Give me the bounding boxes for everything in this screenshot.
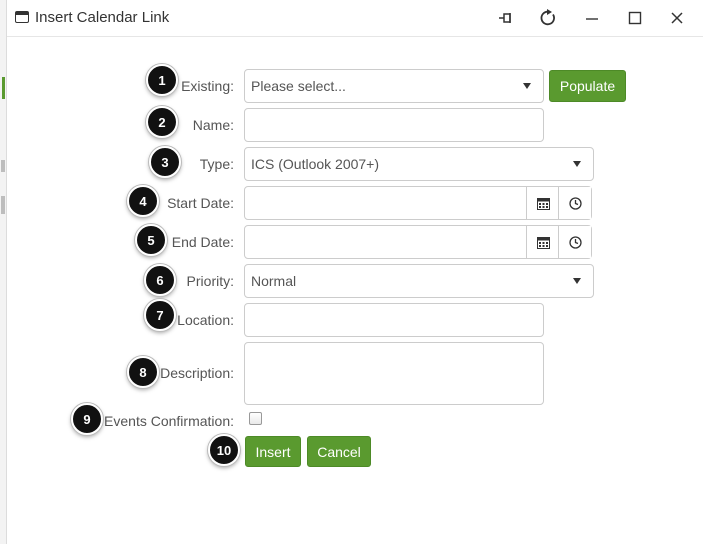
step-badge: 9 bbox=[71, 403, 103, 435]
calendar-icon[interactable] bbox=[526, 187, 559, 219]
window-icon bbox=[15, 11, 29, 23]
type-select[interactable]: ICS (Outlook 2007+) bbox=[244, 147, 594, 181]
start-date-label: Start Date: bbox=[167, 195, 234, 211]
step-badge: 1 bbox=[146, 64, 178, 96]
step-badge: 3 bbox=[149, 146, 181, 178]
maximize-icon[interactable] bbox=[620, 4, 650, 32]
dialog-title: Insert Calendar Link bbox=[35, 9, 170, 26]
end-date-input[interactable] bbox=[244, 225, 592, 259]
chevron-down-icon bbox=[573, 278, 581, 284]
priority-select[interactable]: Normal bbox=[244, 264, 594, 298]
background-window-edge bbox=[0, 0, 7, 544]
minimize-icon[interactable] bbox=[577, 4, 607, 32]
close-icon[interactable] bbox=[662, 4, 692, 32]
existing-select[interactable]: Please select... bbox=[244, 69, 544, 103]
description-label: Description: bbox=[160, 365, 234, 381]
step-badge: 2 bbox=[146, 106, 178, 138]
location-label: Location: bbox=[177, 312, 234, 328]
location-input[interactable] bbox=[244, 303, 544, 337]
events-confirmation-label: Events Confirmation: bbox=[104, 413, 234, 429]
priority-label: Priority: bbox=[186, 273, 234, 289]
insert-button[interactable]: Insert bbox=[245, 436, 301, 467]
existing-label: Existing: bbox=[181, 78, 234, 94]
step-badge: 6 bbox=[144, 264, 176, 296]
title-bar: Insert Calendar Link bbox=[7, 0, 703, 37]
name-label: Name: bbox=[192, 117, 234, 133]
background-gray-mark bbox=[1, 160, 5, 172]
background-gray-mark bbox=[1, 196, 5, 214]
step-badge: 10 bbox=[208, 434, 240, 466]
step-badge: 5 bbox=[135, 224, 167, 256]
refresh-icon[interactable] bbox=[533, 4, 563, 32]
calendar-icon[interactable] bbox=[526, 226, 559, 258]
clock-icon[interactable] bbox=[558, 226, 591, 258]
step-badge: 4 bbox=[127, 185, 159, 217]
chevron-down-icon bbox=[523, 83, 531, 89]
populate-button[interactable]: Populate bbox=[549, 70, 626, 102]
step-badge: 8 bbox=[127, 356, 159, 388]
end-date-label: End Date: bbox=[171, 234, 234, 250]
cancel-button[interactable]: Cancel bbox=[307, 436, 371, 467]
step-badge: 7 bbox=[144, 299, 176, 331]
insert-calendar-link-dialog: Insert Calendar Link 1 Existing: Please … bbox=[7, 0, 703, 544]
background-green-mark bbox=[2, 77, 5, 99]
clock-icon[interactable] bbox=[558, 187, 591, 219]
events-confirmation-checkbox[interactable] bbox=[249, 412, 262, 425]
name-input[interactable] bbox=[244, 108, 544, 142]
type-label: Type: bbox=[199, 156, 234, 172]
start-date-input[interactable] bbox=[244, 186, 592, 220]
pin-icon[interactable] bbox=[491, 4, 521, 32]
description-textarea[interactable] bbox=[244, 342, 544, 405]
chevron-down-icon bbox=[573, 161, 581, 167]
